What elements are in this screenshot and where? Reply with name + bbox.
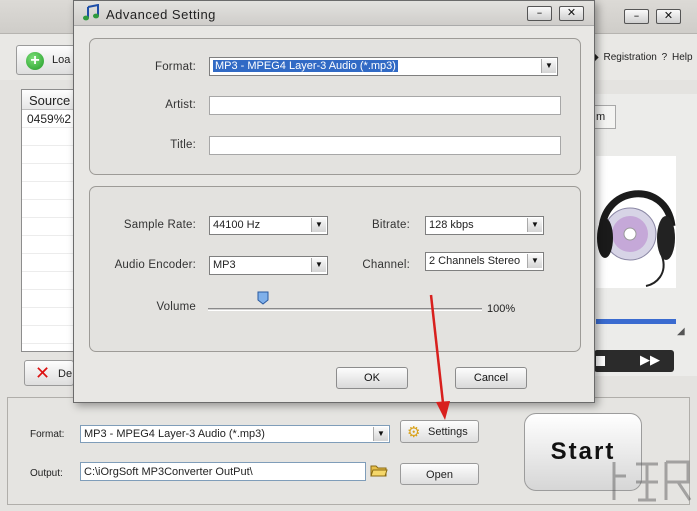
watermark-logo bbox=[612, 460, 692, 502]
settings-button[interactable]: ⚙ Settings bbox=[400, 420, 479, 443]
chevron-down-icon[interactable]: ▼ bbox=[541, 59, 556, 73]
list-item-empty bbox=[22, 326, 76, 344]
chevron-down-icon[interactable]: ▼ bbox=[373, 427, 388, 441]
dialog-format-select[interactable]: MP3 - MPEG4 Layer-3 Audio (*.mp3) ▼ bbox=[209, 57, 558, 76]
dialog-format-value: MP3 - MPEG4 Layer-3 Audio (*.mp3) bbox=[213, 60, 398, 72]
artist-field-label: Artist: bbox=[165, 99, 196, 111]
cancel-button[interactable]: Cancel bbox=[455, 367, 527, 389]
volume-slider-thumb[interactable] bbox=[257, 291, 269, 305]
dialog-minimize-icon[interactable]: – bbox=[527, 6, 552, 21]
delete-button[interactable]: ✕ De bbox=[24, 360, 74, 386]
delete-icon: ✕ bbox=[35, 363, 51, 383]
list-item-empty bbox=[22, 128, 76, 146]
artist-input[interactable] bbox=[209, 96, 561, 115]
open-button[interactable]: Open bbox=[400, 463, 479, 485]
channel-label: Channel: bbox=[362, 259, 410, 271]
volume-label: Volume bbox=[156, 301, 196, 313]
registration-link[interactable]: Registration bbox=[603, 52, 656, 63]
list-item-empty bbox=[22, 182, 76, 200]
player-controls: ▶▶ bbox=[594, 350, 674, 372]
bitrate-value: 128 kbps bbox=[429, 219, 474, 231]
title-input[interactable] bbox=[209, 136, 561, 155]
list-item-empty bbox=[22, 200, 76, 218]
gear-icon: ⚙ bbox=[407, 424, 421, 441]
advanced-setting-dialog: Advanced Setting – ✕ Format: MP3 - MPEG4… bbox=[73, 0, 595, 403]
sample-rate-label: Sample Rate: bbox=[123, 219, 196, 231]
stop-icon[interactable] bbox=[596, 356, 605, 366]
output-path-field[interactable]: C:\iOrgSoft MP3Converter OutPut\ bbox=[80, 462, 366, 481]
folder-icon[interactable] bbox=[370, 463, 388, 477]
help-icon: ? bbox=[661, 52, 668, 63]
resize-grip-icon[interactable]: ◢ bbox=[677, 326, 685, 337]
delete-label: De bbox=[58, 368, 73, 380]
volume-slider-track[interactable] bbox=[208, 308, 482, 311]
bitrate-select[interactable]: 128 kbps ▼ bbox=[425, 216, 544, 235]
list-item-empty bbox=[22, 164, 76, 182]
dialog-close-icon[interactable]: ✕ bbox=[559, 6, 584, 21]
format-select[interactable]: MP3 - MPEG4 Layer-3 Audio (*.mp3) ▼ bbox=[80, 425, 390, 443]
list-item-empty bbox=[22, 272, 76, 290]
sample-rate-value: 44100 Hz bbox=[213, 219, 261, 231]
format-value: MP3 - MPEG4 Layer-3 Audio (*.mp3) bbox=[84, 428, 265, 440]
music-note-icon bbox=[83, 4, 99, 21]
dialog-titlebar[interactable]: Advanced Setting – ✕ bbox=[74, 1, 594, 26]
dialog-title: Advanced Setting bbox=[106, 7, 216, 22]
bitrate-label: Bitrate: bbox=[371, 219, 410, 231]
audio-encoder-select[interactable]: MP3 ▼ bbox=[209, 256, 328, 275]
chevron-down-icon[interactable]: ▼ bbox=[527, 254, 542, 268]
chevron-down-icon[interactable]: ▼ bbox=[527, 218, 542, 232]
chevron-down-icon[interactable]: ▼ bbox=[311, 258, 326, 272]
title-field-label: Title: bbox=[170, 139, 196, 151]
minimize-icon[interactable]: – bbox=[624, 9, 649, 24]
format-label: Format: bbox=[30, 429, 65, 440]
help-link[interactable]: Help bbox=[672, 52, 693, 63]
ok-button[interactable]: OK bbox=[336, 367, 408, 389]
list-item-empty bbox=[22, 218, 76, 236]
list-item-empty bbox=[22, 146, 76, 164]
volume-value: 100% bbox=[487, 303, 516, 315]
chevron-down-icon[interactable]: ▼ bbox=[311, 218, 326, 232]
list-item-empty bbox=[22, 254, 76, 272]
audio-encoder-label: Audio Encoder: bbox=[114, 259, 196, 271]
format-field-label: Format: bbox=[154, 61, 196, 73]
list-item-empty bbox=[22, 290, 76, 308]
add-icon: + bbox=[26, 52, 44, 70]
close-icon[interactable]: ✕ bbox=[656, 9, 681, 24]
headphones-cd-image bbox=[596, 156, 676, 288]
list-item-empty bbox=[22, 236, 76, 254]
list-item-empty bbox=[22, 308, 76, 326]
load-label: Loa bbox=[52, 54, 71, 66]
fast-forward-icon[interactable]: ▶▶ bbox=[640, 352, 660, 368]
sample-rate-select[interactable]: 44100 Hz ▼ bbox=[209, 216, 328, 235]
file-list[interactable]: Source 0459%2 bbox=[21, 89, 77, 352]
top-links: ◆ Registration ? Help bbox=[589, 52, 693, 63]
settings-label: Settings bbox=[428, 426, 468, 438]
channel-select[interactable]: 2 Channels Stereo ▼ bbox=[425, 252, 544, 271]
output-label: Output: bbox=[30, 468, 63, 479]
channel-value: 2 Channels Stereo bbox=[429, 255, 521, 267]
column-header-source[interactable]: Source bbox=[22, 90, 76, 110]
audio-encoder-value: MP3 bbox=[213, 259, 236, 271]
preview-progress-bar[interactable] bbox=[596, 319, 676, 324]
list-item[interactable]: 0459%2 bbox=[22, 110, 76, 128]
preview-tab[interactable]: m bbox=[594, 105, 616, 129]
